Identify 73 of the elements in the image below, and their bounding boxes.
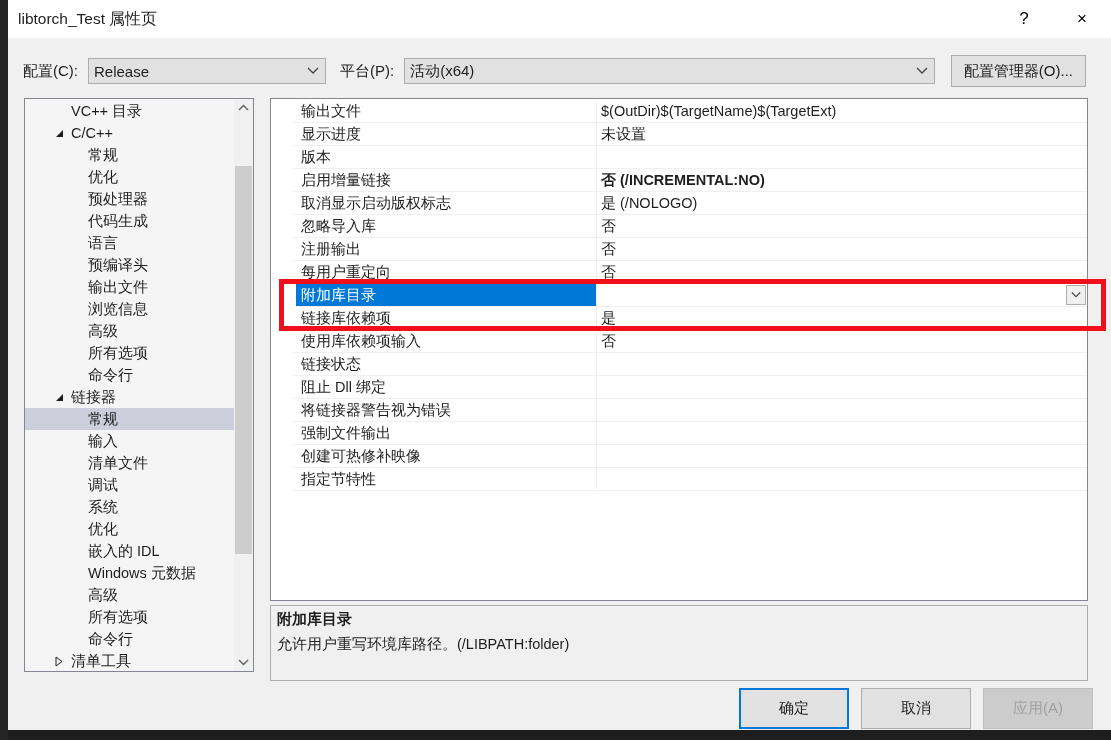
tree-item[interactable]: 嵌入的 IDL [25,540,234,562]
property-value[interactable]: 未设置 [597,123,1087,146]
property-name[interactable]: 注册输出 [292,238,597,261]
tree-item[interactable]: 系统 [25,496,234,518]
dialog-button[interactable]: 确定 [739,688,849,729]
property-name[interactable]: 忽略导入库 [292,215,597,238]
tree-item[interactable]: 常规 [25,408,234,430]
property-name[interactable]: 显示进度 [292,123,597,146]
scroll-up-icon[interactable] [238,104,249,111]
tree-item[interactable]: 优化 [25,166,234,188]
chevron-down-icon [1071,291,1081,299]
tree-item[interactable]: 预处理器 [25,188,234,210]
property-name[interactable]: 使用库依赖项输入 [292,330,597,353]
window-title: libtorch_Test 属性页 [18,8,159,29]
property-value[interactable]: 否 (/INCREMENTAL:NO) [597,169,1087,192]
close-button[interactable]: × [1053,0,1111,38]
property-value[interactable]: 否 [597,238,1087,261]
chevron-down-icon [915,67,928,75]
tree-item[interactable]: C/C++ [25,122,234,144]
config-dropdown[interactable]: Release [88,58,326,84]
property-value[interactable]: 是 [597,307,1087,330]
tree-item[interactable]: 高级 [25,584,234,606]
tree-item[interactable]: 高级 [25,320,234,342]
property-name[interactable]: 取消显示启动版权标志 [292,192,597,215]
tree-item[interactable]: 输出文件 [25,276,234,298]
tree-item[interactable]: 所有选项 [25,342,234,364]
tree-item[interactable]: 清单文件 [25,452,234,474]
tree-item[interactable]: VC++ 目录 [25,100,234,122]
tree-item[interactable]: 浏览信息 [25,298,234,320]
expanded-triangle-icon[interactable] [54,392,64,402]
property-name[interactable]: 阻止 Dll 绑定 [292,376,597,399]
property-name[interactable]: 输出文件 [292,100,597,123]
property-name[interactable]: 指定节特性 [292,468,597,491]
dialog-button[interactable]: 取消 [861,688,971,729]
tree-item[interactable]: 链接器 [25,386,234,408]
scroll-down-icon[interactable] [238,659,249,666]
expanded-triangle-icon[interactable] [54,128,64,138]
dropdown-button[interactable] [1066,285,1086,305]
property-name[interactable]: 链接状态 [292,353,597,376]
tree-item[interactable]: 代码生成 [25,210,234,232]
tree-item[interactable]: 输入 [25,430,234,452]
help-button[interactable]: ? [995,0,1053,38]
tree-item[interactable]: Windows 元数据 [25,562,234,584]
tree-item[interactable]: 预编译头 [25,254,234,276]
tree-item[interactable]: 命令行 [25,364,234,386]
property-name[interactable]: 启用增量链接 [292,169,597,192]
config-label: 配置(C): [23,61,78,81]
property-value[interactable]: 是 (/NOLOGO) [597,192,1087,215]
platform-label: 平台(P): [340,61,395,81]
tree-item[interactable]: 所有选项 [25,606,234,628]
configuration-manager-button[interactable]: 配置管理器(O)... [950,55,1086,87]
tree-item[interactable]: 语言 [25,232,234,254]
property-name[interactable]: 附加库目录 [296,284,597,307]
property-name[interactable]: 版本 [292,146,597,169]
description-text: 允许用户重写环境库路径。(/LIBPATH:folder) [277,635,571,654]
platform-dropdown[interactable]: 活动(x64) [404,58,935,84]
property-value[interactable]: 否 [597,261,1087,284]
property-value[interactable]: 否 [597,215,1087,238]
scrollbar[interactable] [234,99,253,671]
property-name[interactable]: 链接库依赖项 [292,307,597,330]
collapsed-triangle-icon[interactable] [55,655,63,667]
tree-item[interactable]: 常规 [25,144,234,166]
property-value[interactable]: 否 [597,330,1087,353]
property-name[interactable]: 强制文件输出 [292,422,597,445]
tree-item[interactable]: 调试 [25,474,234,496]
property-value[interactable]: $(OutDir)$(TargetName)$(TargetExt) [597,100,1087,123]
description-title: 附加库目录 [277,610,353,629]
property-name[interactable]: 创建可热修补映像 [292,445,597,468]
chevron-down-icon [307,67,319,75]
tree-item[interactable]: 命令行 [25,628,234,650]
tree-item[interactable]: 清单工具 [25,650,234,671]
tree-item[interactable]: 优化 [25,518,234,540]
property-name[interactable]: 将链接器警告视为错误 [292,399,597,422]
